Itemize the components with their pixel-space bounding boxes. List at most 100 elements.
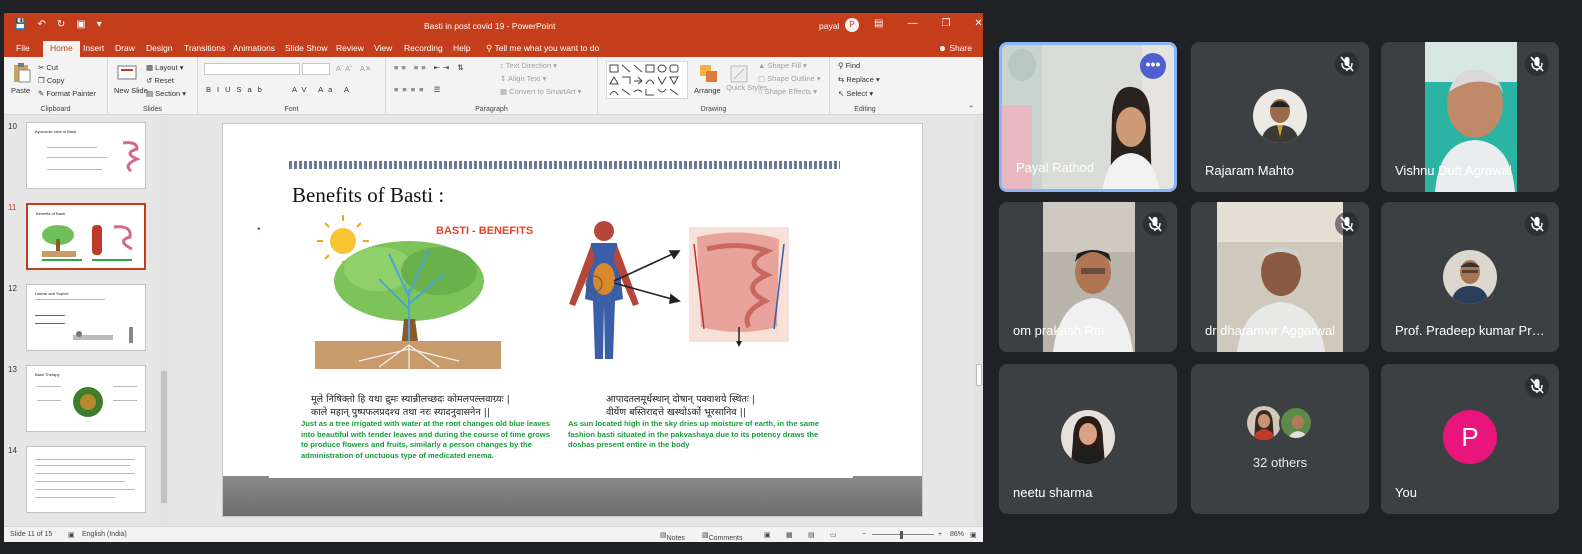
font-extra-buttons[interactable]: AV Aa A (292, 85, 354, 94)
reset-label: Reset (154, 76, 174, 85)
font-style-buttons[interactable]: BIUSab (206, 85, 268, 94)
more-options-button[interactable]: ••• (1140, 53, 1166, 79)
font-name-combo[interactable] (204, 63, 300, 75)
current-slide[interactable]: Benefits of Basti : • BASTI - BENEFITS म… (222, 123, 923, 517)
redo-icon[interactable]: ↻ (57, 19, 65, 30)
participant-tile-dr-dharamvir-aggarwal[interactable]: dr dharamvir Aggarwal (1191, 202, 1369, 352)
zoom-slider[interactable] (872, 534, 934, 535)
slide-thumbnail-13[interactable]: Basti Therapy (26, 365, 146, 432)
participant-tile-neetu-sharma[interactable]: neetu sharma (999, 364, 1177, 514)
quick-styles-icon[interactable] (728, 63, 750, 85)
find-button[interactable]: ⚲ Find (838, 61, 860, 70)
tab-help[interactable]: Help (453, 43, 470, 53)
slide-thumbnail-12[interactable]: Lateral and Supine (26, 284, 146, 351)
select-button[interactable]: ↖ Select ▾ (838, 89, 873, 98)
arrange-button[interactable]: Arrange (694, 86, 721, 95)
arrange-icon[interactable] (698, 63, 720, 85)
participant-tile-om-prakash-rai[interactable]: om prakash Rai (999, 202, 1177, 352)
section-button[interactable]: ▤ Section ▾ (146, 89, 186, 98)
mic-off-icon (1525, 374, 1549, 398)
tab-review[interactable]: Review (336, 43, 364, 53)
user-name[interactable]: payal (819, 21, 839, 31)
basti-benefits-picture[interactable]: BASTI - BENEFITS मूले निषिक्तो हि यथा द्… (269, 209, 853, 478)
cut-button[interactable]: ✂ Cut (38, 63, 58, 72)
minimize-icon[interactable]: — (907, 18, 917, 29)
participant-tile-pradeep-kumar-prajapati[interactable]: Prof. Pradeep kumar Prajapati (1381, 202, 1559, 352)
format-painter-button[interactable]: ✎ Format Painter (38, 89, 96, 98)
tab-draw[interactable]: Draw (115, 43, 135, 53)
font-size-combo[interactable] (302, 63, 330, 75)
thumbnails-scrollbar[interactable] (160, 116, 168, 526)
tell-me-search[interactable]: ⚲ Tell me what you want to do (486, 43, 599, 54)
tab-view[interactable]: View (374, 43, 392, 53)
tab-file[interactable]: File (16, 43, 30, 53)
participant-tile-rajaram-mahto[interactable]: Rajaram Mahto (1191, 42, 1369, 192)
layout-button[interactable]: ▦ Layout ▾ (146, 63, 184, 72)
participant-tile-payal-rathod[interactable]: ••• Payal Rathod (999, 42, 1177, 192)
clear-format-icon[interactable]: A✕ (360, 64, 371, 73)
copy-button[interactable]: ❐ Copy (38, 76, 64, 85)
notes-button[interactable]: ▤ Notes (660, 531, 685, 542)
thumb-number: 11 (8, 203, 17, 212)
close-icon[interactable]: ✕ (974, 18, 982, 29)
normal-view-icon[interactable]: ▣ (764, 531, 771, 539)
new-slide-icon[interactable] (116, 62, 138, 84)
zoom-level[interactable]: 86% (950, 531, 964, 538)
text-direction-button[interactable]: ↕ Text Direction ▾ (500, 61, 557, 70)
tab-home[interactable]: Home (43, 41, 80, 57)
slide-thumbnail-14[interactable] (26, 446, 146, 513)
zoom-out-icon[interactable]: − (862, 531, 866, 538)
tab-animations[interactable]: Animations (233, 43, 275, 53)
slide-thumbnail-11[interactable]: Benefits of Basti (26, 203, 146, 270)
collapse-ribbon-icon[interactable]: ⌃ (968, 104, 974, 113)
shape-fill-button[interactable]: ▲ Shape Fill ▾ (758, 61, 807, 70)
list-buttons[interactable]: ≡≡ ≡≡ ⇤⇥ ⇅ (394, 63, 467, 72)
find-label: Find (845, 61, 861, 70)
convert-smartart-button[interactable]: ▦ Convert to SmartArt ▾ (500, 87, 581, 96)
paste-icon[interactable] (10, 62, 32, 84)
slide-thumbnail-10[interactable]: Ayurvedic view of Basti (26, 122, 146, 189)
new-slide-button[interactable]: New Slide (114, 86, 148, 95)
accessibility-icon[interactable]: ▣ (68, 531, 75, 539)
slide-scrollbar[interactable] (975, 116, 983, 526)
shapes-gallery[interactable] (606, 61, 688, 99)
tab-transitions[interactable]: Transitions (184, 43, 225, 53)
quick-styles-button[interactable]: Quick Styles (726, 83, 768, 92)
restore-icon[interactable]: ❐ (941, 18, 950, 29)
fit-slide-icon[interactable]: ▣ (970, 531, 977, 539)
tab-slide-show[interactable]: Slide Show (285, 43, 328, 53)
scrollbar-thumb[interactable] (976, 364, 982, 386)
start-slideshow-icon[interactable]: ▣ (76, 19, 85, 30)
participant-tile-vishnu-dutt-agrawal[interactable]: Vishnu Dutt Agrawal (1381, 42, 1559, 192)
slide-sorter-icon[interactable]: ▦ (786, 531, 793, 539)
paste-button[interactable]: Paste (11, 86, 30, 95)
ribbon-display-icon[interactable]: ▤ (874, 18, 883, 29)
group-label: Drawing (700, 106, 727, 113)
replace-button[interactable]: ⇆ Replace ▾ (838, 75, 880, 84)
shape-outline-button[interactable]: ▢ Shape Outline ▾ (758, 74, 821, 83)
align-buttons[interactable]: ≡≡≡≡ ☰ (394, 85, 444, 94)
participant-tile-others[interactable]: 32 others (1191, 364, 1369, 514)
font-size-buttons[interactable]: Aˆ Aˇ (336, 64, 353, 73)
align-text-button[interactable]: ⇕ Align Text ▾ (500, 74, 546, 83)
customize-qat-icon[interactable]: ▾ (97, 19, 102, 30)
language-indicator[interactable]: English (India) (82, 531, 127, 538)
comments-button[interactable]: ▧ Comments (702, 531, 742, 542)
sanskrit-verse-right-1: आपादतलमूर्धस्थान् दोषान् पक्वाशये स्थितः… (606, 394, 755, 405)
reading-view-icon[interactable]: ▤ (808, 531, 815, 539)
user-avatar[interactable]: P (845, 18, 859, 32)
tab-recording[interactable]: Recording (404, 43, 443, 53)
slideshow-view-icon[interactable]: ▭ (830, 531, 837, 539)
tab-insert[interactable]: Insert (83, 43, 104, 53)
slide-title[interactable]: Benefits of Basti : (292, 183, 444, 208)
tab-design[interactable]: Design (146, 43, 172, 53)
zoom-slider-knob[interactable] (900, 531, 903, 539)
save-icon[interactable]: 💾 (14, 19, 26, 30)
share-button[interactable]: ☻ Share (938, 43, 972, 53)
reset-button[interactable]: ↺ Reset (146, 76, 174, 85)
undo-icon[interactable]: ↶ (37, 19, 45, 30)
shape-effects-button[interactable]: ○ Shape Effects ▾ (758, 87, 817, 96)
participant-tile-you[interactable]: P You (1381, 364, 1559, 514)
scrollbar-thumb[interactable] (161, 371, 167, 503)
zoom-in-icon[interactable]: + (938, 531, 942, 538)
